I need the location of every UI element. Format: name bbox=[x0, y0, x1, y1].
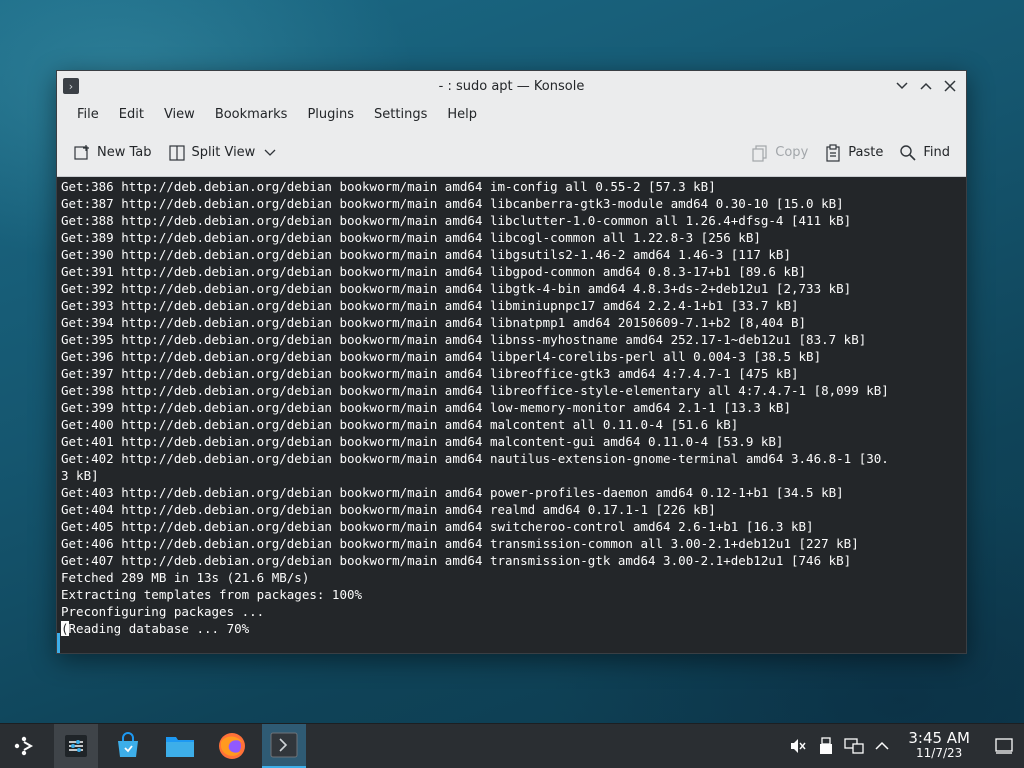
terminal-icon[interactable]: › bbox=[63, 78, 79, 94]
find-button[interactable]: Find bbox=[891, 137, 958, 169]
firefox-icon[interactable] bbox=[210, 724, 254, 768]
terminal-line: 3 kB] bbox=[61, 468, 99, 483]
terminal-line: Get:394 http://deb.debian.org/debian boo… bbox=[61, 315, 807, 330]
toolbar: New Tab Split View Copy Paste Find bbox=[57, 129, 966, 177]
copy-icon bbox=[751, 144, 769, 162]
terminal-line: Get:398 http://deb.debian.org/debian boo… bbox=[61, 383, 889, 398]
split-view-icon bbox=[168, 144, 186, 162]
terminal-line: Get:387 http://deb.debian.org/debian boo… bbox=[61, 196, 844, 211]
terminal-line: Get:392 http://deb.debian.org/debian boo… bbox=[61, 281, 852, 296]
terminal-line: Get:405 http://deb.debian.org/debian boo… bbox=[61, 519, 814, 534]
close-button[interactable] bbox=[940, 76, 960, 96]
terminal-progress-text: Reading database ... 70% bbox=[68, 621, 250, 636]
copy-label: Copy bbox=[775, 145, 809, 160]
new-tab-icon bbox=[73, 144, 91, 162]
maximize-button[interactable] bbox=[916, 76, 936, 96]
konsole-window: › - : sudo apt — Konsole File Edit View … bbox=[56, 70, 967, 654]
menu-edit[interactable]: Edit bbox=[109, 101, 154, 129]
terminal-line: Fetched 289 MB in 13s (21.6 MB/s) bbox=[61, 570, 310, 585]
terminal-line: Get:399 http://deb.debian.org/debian boo… bbox=[61, 400, 791, 415]
terminal-line: Get:400 http://deb.debian.org/debian boo… bbox=[61, 417, 739, 432]
network-icon[interactable] bbox=[840, 724, 868, 768]
volume-muted-icon[interactable] bbox=[784, 724, 812, 768]
terminal-line: Get:401 http://deb.debian.org/debian boo… bbox=[61, 434, 784, 449]
menu-bar: File Edit View Bookmarks Plugins Setting… bbox=[57, 101, 966, 129]
chevron-down-icon[interactable] bbox=[261, 144, 279, 162]
terminal-line: Get:403 http://deb.debian.org/debian boo… bbox=[61, 485, 844, 500]
terminal-line: Extracting templates from packages: 100% bbox=[61, 587, 363, 602]
terminal-line: Get:391 http://deb.debian.org/debian boo… bbox=[61, 264, 807, 279]
terminal-line: Get:386 http://deb.debian.org/debian boo… bbox=[61, 179, 716, 194]
search-icon bbox=[899, 144, 917, 162]
title-bar[interactable]: › - : sudo apt — Konsole bbox=[57, 71, 966, 101]
terminal-line: Get:389 http://deb.debian.org/debian boo… bbox=[61, 230, 761, 245]
terminal-line: Preconfiguring packages ... bbox=[61, 604, 265, 619]
menu-view[interactable]: View bbox=[154, 101, 205, 129]
new-tab-label: New Tab bbox=[97, 145, 152, 160]
terminal-line: Get:406 http://deb.debian.org/debian boo… bbox=[61, 536, 859, 551]
konsole-icon[interactable] bbox=[262, 724, 306, 768]
paste-button[interactable]: Paste bbox=[816, 137, 891, 169]
terminal-line: Get:388 http://deb.debian.org/debian boo… bbox=[61, 213, 852, 228]
window-title: - : sudo apt — Konsole bbox=[438, 78, 585, 94]
launcher-icon[interactable] bbox=[2, 724, 46, 768]
usb-device-icon[interactable] bbox=[812, 724, 840, 768]
terminal-line: Get:396 http://deb.debian.org/debian boo… bbox=[61, 349, 822, 364]
minimize-button[interactable] bbox=[892, 76, 912, 96]
split-view-button[interactable]: Split View bbox=[160, 137, 288, 169]
terminal-line: Get:393 http://deb.debian.org/debian boo… bbox=[61, 298, 799, 313]
taskbar: 3:45 AM 11/7/23 bbox=[0, 723, 1024, 768]
clock-date: 11/7/23 bbox=[916, 746, 963, 760]
text-cursor: ( bbox=[61, 621, 69, 636]
paste-label: Paste bbox=[848, 145, 884, 160]
clock-time: 3:45 AM bbox=[908, 729, 970, 747]
terminal-current-line: (Reading database ... 70% bbox=[61, 620, 966, 637]
menu-help[interactable]: Help bbox=[437, 101, 487, 129]
terminal-focus-indicator bbox=[57, 633, 60, 653]
terminal-output[interactable]: Get:386 http://deb.debian.org/debian boo… bbox=[57, 177, 966, 653]
menu-file[interactable]: File bbox=[67, 101, 109, 129]
menu-settings[interactable]: Settings bbox=[364, 101, 437, 129]
clock[interactable]: 3:45 AM 11/7/23 bbox=[908, 731, 970, 761]
terminal-line: Get:390 http://deb.debian.org/debian boo… bbox=[61, 247, 791, 262]
find-label: Find bbox=[923, 145, 950, 160]
terminal-line: Get:402 http://deb.debian.org/debian boo… bbox=[61, 451, 889, 466]
file-manager-icon[interactable] bbox=[158, 724, 202, 768]
paste-icon bbox=[824, 143, 842, 162]
terminal-line: Get:395 http://deb.debian.org/debian boo… bbox=[61, 332, 867, 347]
menu-plugins[interactable]: Plugins bbox=[297, 101, 364, 129]
menu-bookmarks[interactable]: Bookmarks bbox=[205, 101, 298, 129]
terminal-line: Get:397 http://deb.debian.org/debian boo… bbox=[61, 366, 799, 381]
terminal-line: Get:407 http://deb.debian.org/debian boo… bbox=[61, 553, 852, 568]
chevron-up-icon[interactable] bbox=[868, 724, 896, 768]
copy-button[interactable]: Copy bbox=[743, 137, 816, 169]
new-tab-button[interactable]: New Tab bbox=[65, 137, 160, 169]
settings-icon[interactable] bbox=[54, 724, 98, 768]
terminal-line: Get:404 http://deb.debian.org/debian boo… bbox=[61, 502, 716, 517]
show-desktop-button[interactable] bbox=[984, 724, 1024, 768]
discover-store-icon[interactable] bbox=[106, 724, 150, 768]
split-view-label: Split View bbox=[191, 145, 256, 160]
